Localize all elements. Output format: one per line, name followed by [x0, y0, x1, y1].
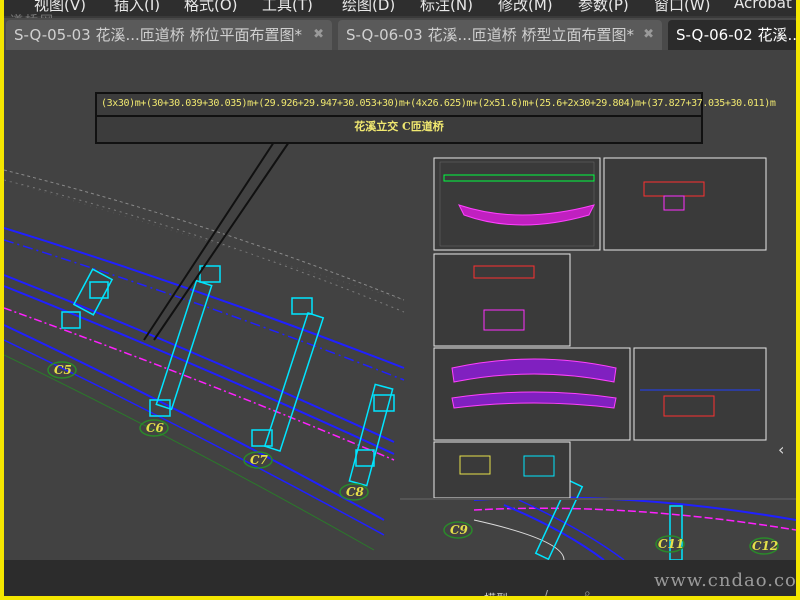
span-arrangement-text: (3x30)m+(30+30.039+30.035)m+(29.926+29.9… — [101, 98, 776, 109]
autocad-window: 视图(V) 插入(I) 格式(O) 工具(T) 绘图(D) 标注(N) 修改(M… — [4, 0, 796, 596]
menu-parameters[interactable]: 参数(P) — [578, 0, 629, 15]
bridge-name-text: 花溪立交 C匝道桥 — [354, 120, 444, 133]
tab-label: S-Q-05-03 花溪...匝道桥 桥位平面布置图* — [14, 26, 303, 44]
drawing-sheets — [433, 157, 767, 499]
menu-bar: 视图(V) 插入(I) 格式(O) 工具(T) 绘图(D) 标注(N) 修改(M… — [4, 0, 796, 16]
status-separator: / — [544, 588, 549, 596]
watermark-url: www.cndao.com — [654, 570, 796, 591]
close-icon[interactable]: ✖ — [313, 20, 324, 50]
drawing-canvas[interactable]: (3x30)m+(30+30.039+30.035)m+(29.926+29.9… — [4, 50, 796, 560]
menu-insert[interactable]: 插入(I) — [114, 0, 160, 15]
menu-draw[interactable]: 绘图(D) — [342, 0, 395, 15]
menu-acrobat[interactable]: Acrobat — [734, 0, 792, 12]
tab-s-q-05-03[interactable]: S-Q-05-03 花溪...匝道桥 桥位平面布置图* ✖ — [6, 20, 332, 50]
menu-modify[interactable]: 修改(M) — [498, 0, 553, 15]
pier-label-c7: C7 — [250, 453, 268, 467]
tab-label: S-Q-06-02 花溪... — [676, 26, 796, 44]
document-tab-bar: S-Q-05-03 花溪...匝道桥 桥位平面布置图* ✖ S-Q-06-03 … — [4, 18, 796, 50]
pier-label-c5: C5 — [54, 363, 72, 377]
menu-dimension[interactable]: 标注(N) — [420, 0, 473, 15]
pier-label-c8: C8 — [346, 485, 364, 499]
close-icon[interactable]: ✖ — [643, 20, 654, 50]
model-tab[interactable]: 模型 — [484, 590, 508, 596]
tab-label: S-Q-06-03 花溪...匝道桥 桥型立面布置图* — [346, 26, 635, 44]
menu-window[interactable]: 窗口(W) — [654, 0, 711, 15]
callout-divider — [97, 115, 701, 117]
pier-label-c9: C9 — [450, 523, 468, 537]
bridge-span-callout: (3x30)m+(30+30.039+30.035)m+(29.926+29.9… — [95, 92, 776, 144]
pier-label-c12: C12 — [752, 539, 779, 553]
pier-label-c6: C6 — [146, 421, 164, 435]
status-icons[interactable]: ⌕ — [584, 586, 591, 596]
right-arrow-icon[interactable]: ‹ — [778, 440, 784, 459]
tab-s-q-06-02[interactable]: S-Q-06-02 花溪... — [668, 20, 796, 50]
menu-tools[interactable]: 工具(T) — [262, 0, 313, 15]
menu-format[interactable]: 格式(O) — [184, 0, 238, 15]
pier-label-c11: C11 — [658, 537, 685, 551]
tab-s-q-06-03[interactable]: S-Q-06-03 花溪...匝道桥 桥型立面布置图* ✖ — [338, 20, 662, 50]
